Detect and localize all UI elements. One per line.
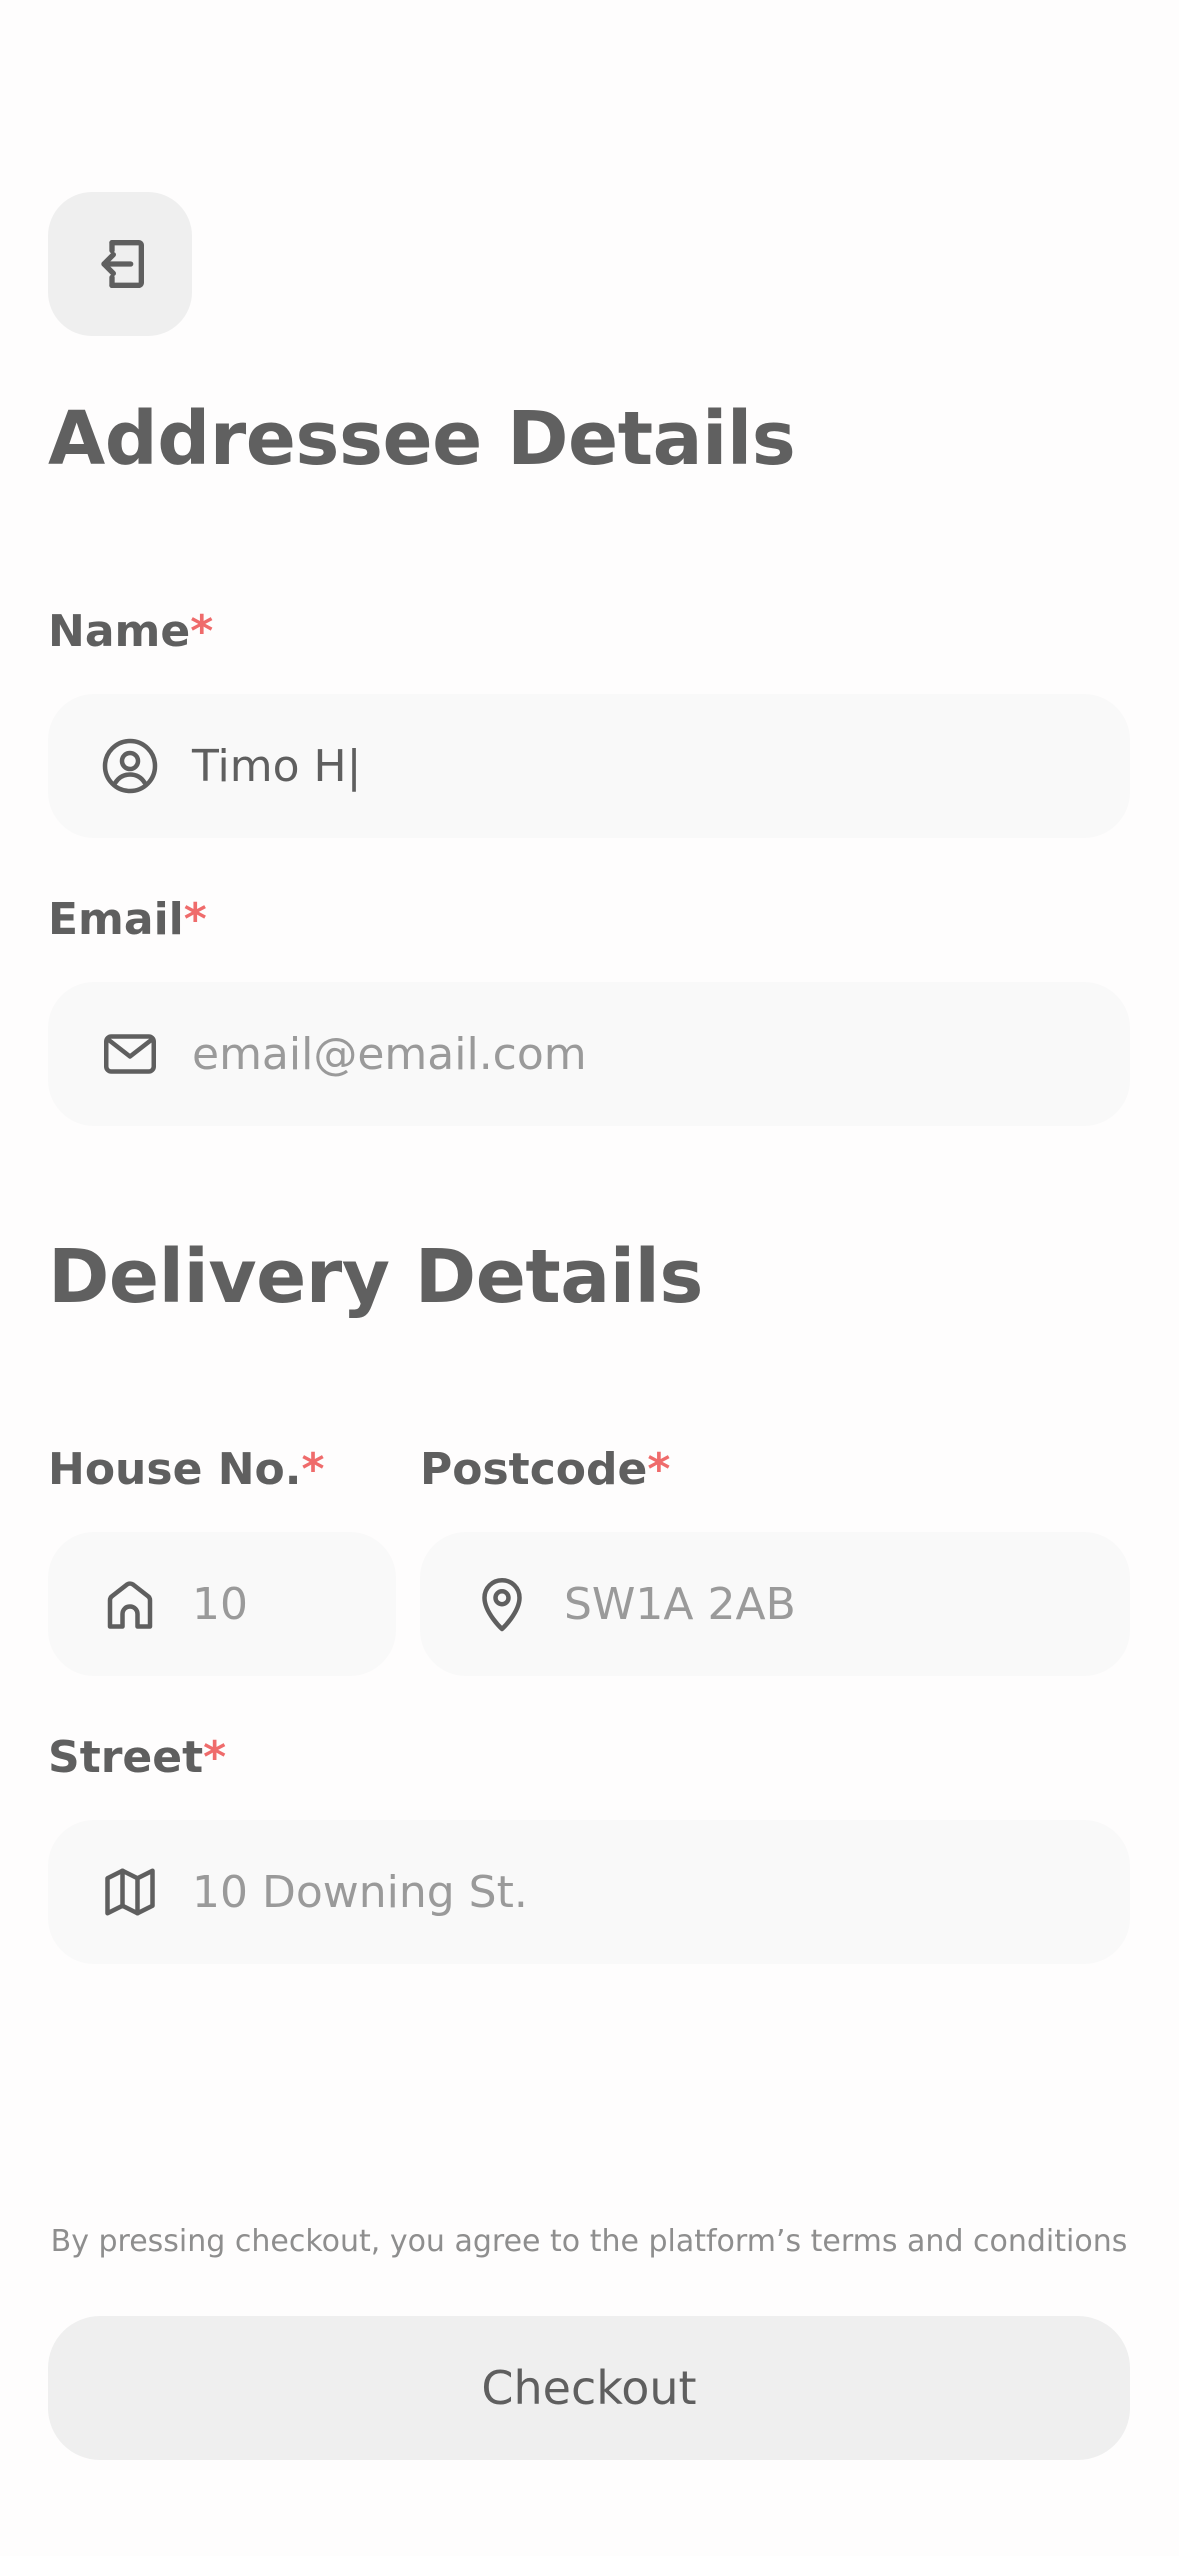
addressee-details-title: Addressee Details [48, 396, 796, 482]
postcode-label: Postcode* [420, 1444, 670, 1495]
required-asterisk: * [183, 894, 207, 945]
postcode-label-text: Postcode [420, 1444, 648, 1495]
street-label-text: Street [48, 1732, 204, 1783]
name-label: Name* [48, 606, 213, 657]
required-asterisk: * [301, 1444, 325, 1495]
checkout-button-label: Checkout [481, 2361, 697, 2415]
email-placeholder[interactable]: email@email.com [192, 1029, 587, 1080]
street-field[interactable]: 10 Downing St. [48, 1820, 1130, 1964]
postcode-field[interactable]: SW1A 2AB [420, 1532, 1130, 1676]
delivery-details-title: Delivery Details [48, 1234, 703, 1320]
back-button[interactable] [48, 192, 192, 336]
house-no-label-text: House No. [48, 1444, 302, 1495]
user-circle-icon [100, 736, 160, 796]
text-caret: | [346, 740, 362, 792]
terms-notice: By pressing checkout, you agree to the p… [50, 2224, 1128, 2259]
required-asterisk: * [647, 1444, 671, 1495]
name-label-text: Name [48, 606, 191, 657]
email-field[interactable]: email@email.com [48, 982, 1130, 1126]
street-placeholder[interactable]: 10 Downing St. [192, 1867, 528, 1918]
house-no-field[interactable]: 10 [48, 1532, 396, 1676]
name-field[interactable]: Timo H| [48, 694, 1130, 838]
postcode-placeholder[interactable]: SW1A 2AB [564, 1579, 796, 1630]
street-label: Street* [48, 1732, 226, 1783]
mail-icon [100, 1024, 160, 1084]
map-icon [100, 1862, 160, 1922]
email-label-text: Email [48, 894, 184, 945]
map-pin-icon [472, 1574, 532, 1634]
required-asterisk: * [203, 1732, 227, 1783]
name-input-text: Timo H [192, 740, 347, 792]
required-asterisk: * [190, 606, 214, 657]
house-no-label: House No.* [48, 1444, 325, 1495]
home-icon [100, 1574, 160, 1634]
exit-arrow-left-icon [88, 232, 152, 296]
house-no-placeholder[interactable]: 10 [192, 1579, 248, 1630]
checkout-button[interactable]: Checkout [48, 2316, 1130, 2460]
email-label: Email* [48, 894, 207, 945]
name-input-value[interactable]: Timo H| [192, 741, 361, 792]
